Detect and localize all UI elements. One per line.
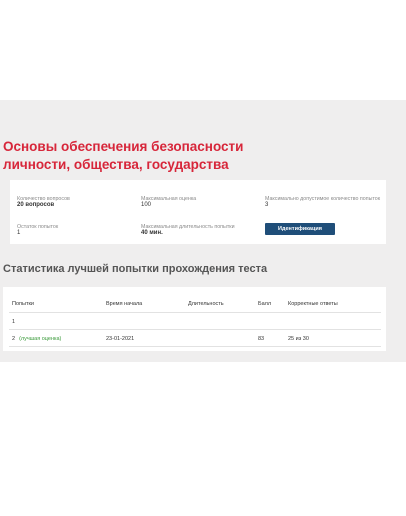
max-attempts-value: 3 — [265, 202, 269, 208]
column-header-start-time: Время начала — [106, 301, 143, 307]
row-divider — [9, 346, 381, 347]
attempts-left: Остаток попыток 1 — [17, 224, 58, 237]
best-score-tag: (лучшая оценка) — [19, 336, 62, 342]
attempts-left-label: Остаток попыток — [17, 224, 59, 230]
max-duration: Максимальная длительность попытки 40 мин… — [141, 224, 235, 237]
max-duration-value: 40 мин. — [141, 230, 163, 236]
questions-count: Количество вопросов 20 вопросов — [17, 196, 70, 209]
attempts-table: Попытки Время начала Длительность Балл К… — [3, 287, 386, 351]
stats-heading: Статистика лучшей попытки прохождения те… — [3, 263, 268, 275]
column-header-correct: Корректные ответы — [288, 301, 338, 307]
identification-button[interactable]: Идентификация — [265, 223, 335, 235]
column-header-attempts: Попытки — [12, 301, 34, 307]
column-header-score: Балл — [258, 301, 272, 307]
max-attempts: Максимально допустимое количество попыто… — [265, 196, 380, 209]
row-score: 83 — [258, 336, 265, 342]
row-correct-answers: 25 из 30 — [288, 336, 309, 342]
row-divider — [9, 329, 381, 330]
attempts-left-value: 1 — [17, 230, 21, 236]
row-attempt-number: 2 (лучшая оценка) — [12, 336, 61, 342]
max-score-value: 100 — [141, 202, 152, 208]
column-header-duration: Длительность — [188, 301, 224, 307]
row-start-time: 23-01-2021 — [106, 336, 135, 342]
max-attempts-label: Максимально допустимое количество попыто… — [265, 196, 381, 202]
course-title: Основы обеспечения безопасности личности… — [3, 139, 244, 172]
max-score: Максимальная оценка 100 — [141, 196, 196, 209]
row-attempt-number-value: 2 — [12, 336, 16, 342]
header-divider — [9, 312, 381, 313]
row-attempt-number: 1 — [12, 319, 16, 325]
questions-count-value: 20 вопросов — [17, 202, 55, 208]
test-info-card: Количество вопросов 20 вопросов Остаток … — [10, 180, 386, 244]
